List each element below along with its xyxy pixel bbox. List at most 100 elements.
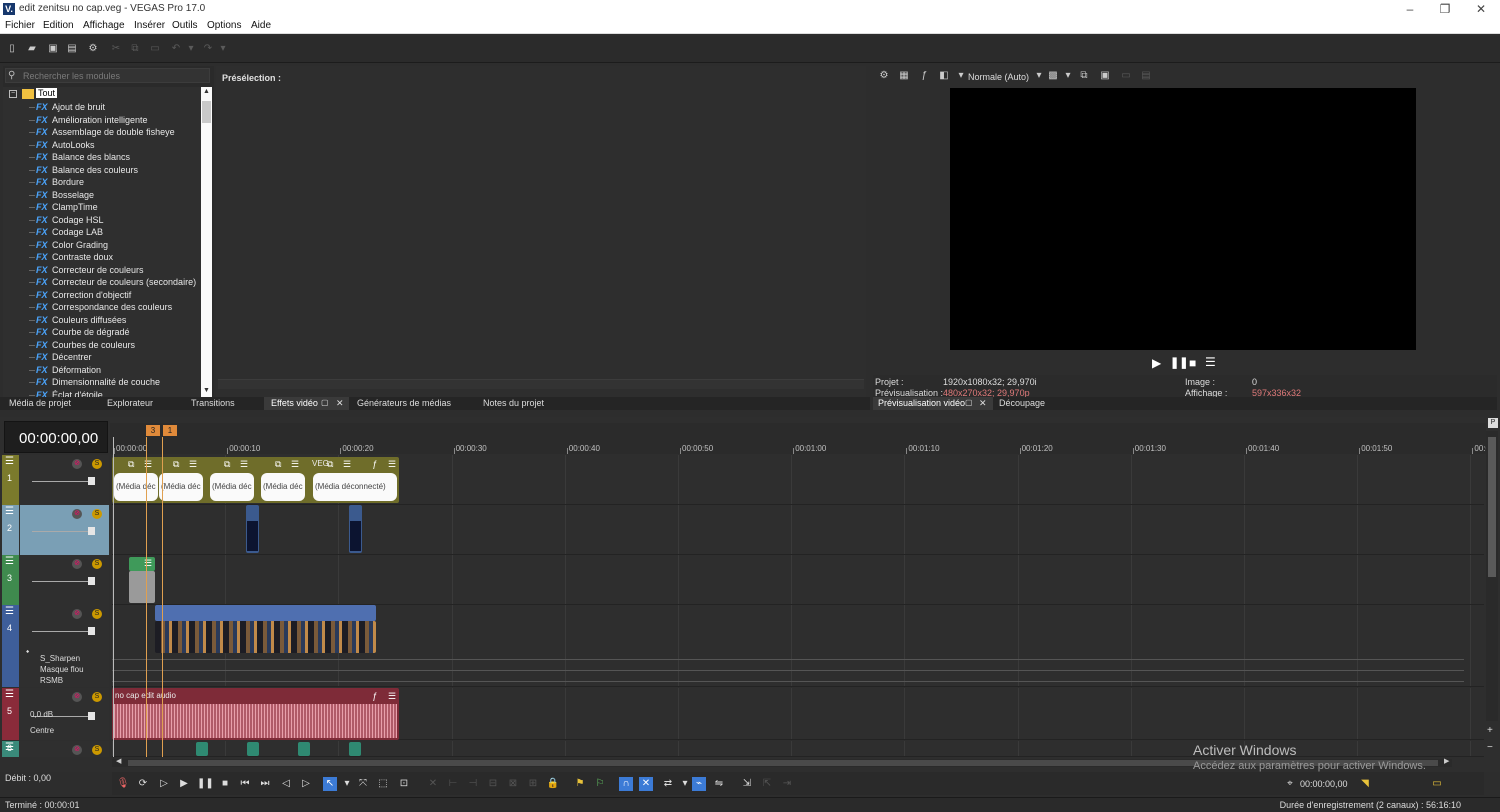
mute-icon[interactable]: ⊘ [72, 459, 82, 469]
event[interactable] [247, 742, 259, 756]
track-menu-icon[interactable]: ☰ [5, 606, 14, 617]
redo-dropdown-icon[interactable]: ▾ [217, 43, 229, 55]
go-start-icon[interactable]: ⏮ [238, 777, 252, 791]
marker-3[interactable]: 3 [146, 425, 160, 436]
quality-dropdown-icon[interactable]: ▾ [1033, 70, 1045, 82]
plugin-item[interactable]: FX Contraste doux [3, 251, 201, 263]
menu-aide[interactable]: Aide [251, 20, 271, 31]
track-fx-name[interactable]: Masque flou [40, 665, 84, 674]
new-file-icon[interactable]: ▯ [6, 43, 18, 55]
track-header[interactable]: ☰ 5 ⊘ S 0,0 dB Centre [0, 688, 110, 740]
event-fx-icon[interactable]: ⧉ [173, 459, 179, 470]
undock-icon[interactable]: ▢ [321, 398, 329, 407]
tab-media-projet[interactable]: Média de projet [9, 398, 71, 408]
event-menu-icon[interactable]: ☰ [343, 459, 351, 470]
track-menu-icon[interactable]: ☰ [5, 556, 14, 567]
playhead[interactable] [113, 437, 114, 757]
video-event[interactable] [349, 505, 362, 553]
track-lane[interactable]: ☰ [112, 555, 1484, 605]
collapse-icon[interactable]: − [9, 90, 17, 98]
delete-icon[interactable]: ✕ [426, 777, 440, 791]
event-menu-icon[interactable]: ☰ [189, 459, 197, 470]
envelope-tool-icon[interactable]: ⤧ [356, 777, 370, 791]
track-header[interactable]: ☰ 3 ⊘ S [0, 555, 110, 605]
disconnected-media-thumb[interactable]: (Média déconnecté) [313, 473, 397, 501]
track-lane[interactable] [112, 605, 1484, 687]
tab-notes-projet[interactable]: Notes du projet [483, 398, 544, 408]
grid-overlay-icon[interactable]: ▩ [1047, 70, 1059, 82]
event-menu-icon[interactable]: ☰ [388, 459, 396, 470]
auto-crossfade-icon[interactable]: ✕ [639, 777, 653, 791]
video-event[interactable]: ☰ [129, 557, 155, 571]
level-slider[interactable] [32, 631, 92, 632]
track-menu-icon[interactable]: ☰ [5, 506, 14, 517]
solo-icon[interactable]: S [92, 692, 102, 702]
preset-scrollbar[interactable] [218, 379, 864, 389]
event[interactable] [196, 742, 208, 756]
scroll-up-icon[interactable]: ▲ [203, 88, 210, 95]
plugin-item[interactable]: FX Balance des couleurs [3, 164, 201, 176]
redo-icon[interactable]: ↷ [202, 43, 214, 55]
scroll-left-icon[interactable]: ◀ [116, 757, 121, 765]
plugin-item[interactable]: FX Correcteur de couleurs (secondaire) [3, 276, 201, 288]
split-icon[interactable]: ⊠ [506, 777, 520, 791]
next-frame-icon[interactable]: ▷ [299, 777, 313, 791]
tree-root[interactable]: − Tout [3, 88, 201, 100]
plugin-item[interactable]: FX Balance des blancs [3, 151, 201, 163]
plugin-item[interactable]: FX Couleurs diffusées [3, 314, 201, 326]
mute-icon[interactable]: ⊘ [72, 745, 82, 755]
selection-tool-icon[interactable]: ⬚ [376, 777, 390, 791]
menu-options[interactable]: Options [207, 20, 241, 31]
timeline-vscroll[interactable] [1486, 431, 1498, 721]
event-menu-icon[interactable]: ☰ [388, 691, 396, 702]
save-icon[interactable]: ▣ [47, 43, 59, 55]
play-from-start-icon[interactable]: ▷ [157, 777, 171, 791]
display-mode-icon[interactable]: ▤ [1140, 70, 1152, 82]
level-slider[interactable] [32, 481, 92, 482]
pause-icon[interactable]: ❚❚ [197, 777, 214, 791]
disconnected-media-thumb[interactable]: (Média déconnecté) [114, 473, 158, 501]
video-event[interactable] [246, 505, 259, 553]
menu-edition[interactable]: Edition [43, 20, 74, 31]
plugin-item[interactable]: FX Bosselage [3, 189, 201, 201]
ignore-grouping-icon[interactable]: ⇋ [712, 777, 726, 791]
restore-icon[interactable]: ❐ [1437, 1, 1453, 17]
prev-frame-icon[interactable]: ◁ [279, 777, 293, 791]
level-slider-knob[interactable] [88, 577, 95, 585]
track-header[interactable]: ☰ 2 ⊘ S [0, 505, 110, 555]
close-tab-icon[interactable]: ✕ [979, 398, 987, 409]
disconnected-media-thumb[interactable]: (Média déconnecté) [210, 473, 254, 501]
trim-icon[interactable]: ⊢ [446, 777, 460, 791]
external-monitor-icon[interactable]: ▭ [1120, 70, 1132, 82]
scroll-down-icon[interactable]: ▼ [203, 387, 210, 394]
search-input[interactable]: Rechercher les modules [23, 71, 120, 81]
zoom-in-icon[interactable]: + [1487, 725, 1493, 736]
grid-dropdown-icon[interactable]: ▾ [1062, 70, 1074, 82]
solo-icon[interactable]: S [92, 459, 102, 469]
trim-end-icon[interactable]: ⊟ [486, 777, 500, 791]
level-slider-knob[interactable] [88, 527, 95, 535]
record-icon[interactable]: 🎙 [116, 777, 130, 791]
video-event[interactable] [155, 605, 376, 621]
scroll-thumb[interactable] [202, 101, 211, 123]
plugin-list-scrollbar[interactable]: ▲ ▼ [201, 87, 212, 397]
solo-icon[interactable]: S [92, 609, 102, 619]
solo-icon[interactable]: S [92, 745, 102, 755]
fx-icon[interactable]: ƒ [918, 70, 930, 82]
level-slider-knob[interactable] [88, 712, 95, 720]
plugin-item[interactable]: FX Courbes de couleurs [3, 339, 201, 351]
save-snapshot-icon[interactable]: ▣ [1099, 70, 1111, 82]
plugin-item[interactable]: FX Décentrer [3, 351, 201, 363]
trim-start-icon[interactable]: ⊣ [466, 777, 480, 791]
plugin-search[interactable]: ⚲ Rechercher les modules [5, 68, 210, 83]
menu-outils[interactable]: Outils [172, 20, 198, 31]
tab-generateurs[interactable]: Générateurs de médias [357, 398, 451, 408]
plugin-item[interactable]: FX AutoLooks [3, 139, 201, 151]
track-fx-name[interactable]: S_Sharpen [40, 654, 80, 663]
zoom-out-icon[interactable]: − [1487, 742, 1493, 753]
event-menu-icon[interactable]: ☰ [291, 459, 299, 470]
mute-icon[interactable]: ⊘ [72, 692, 82, 702]
menu-inserer[interactable]: Insérer [134, 20, 165, 31]
plugin-item[interactable]: FX Assemblage de double fisheye [3, 126, 201, 138]
open-folder-icon[interactable]: ▰ [26, 43, 38, 55]
